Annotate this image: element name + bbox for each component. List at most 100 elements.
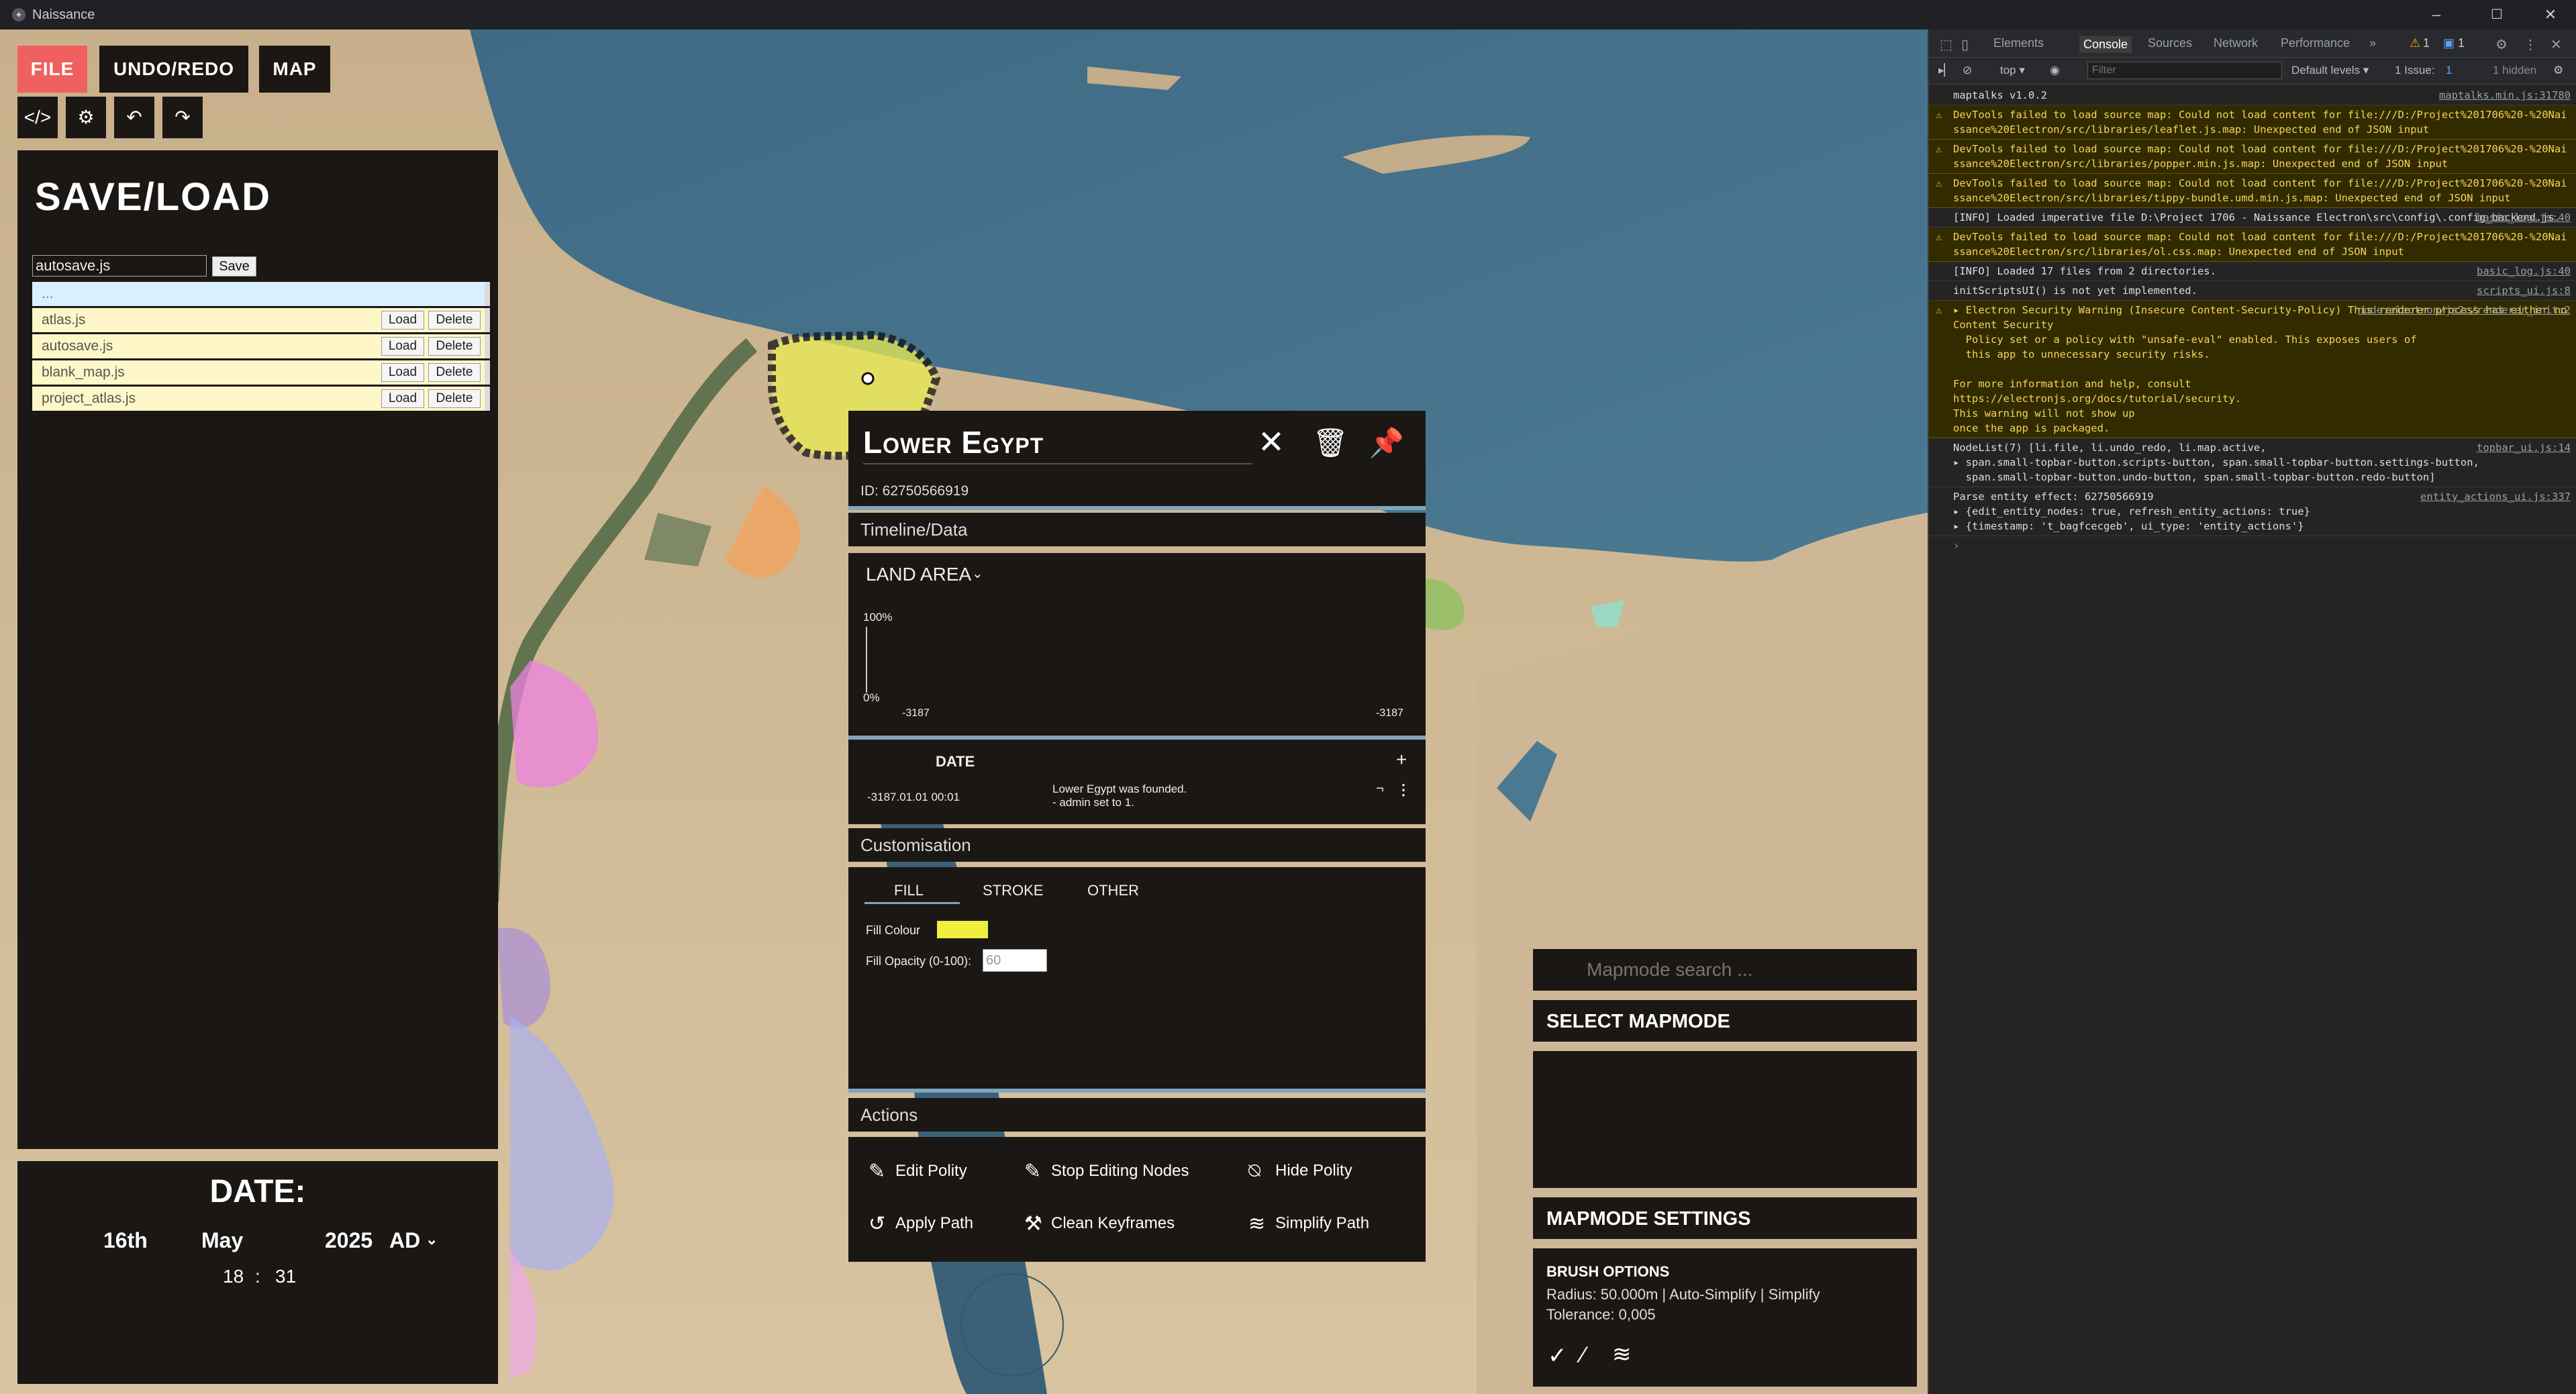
message-icon[interactable]: ▣ bbox=[2443, 36, 2455, 50]
maximize-button[interactable]: ☐ bbox=[2477, 3, 2517, 27]
more-tabs-button[interactable]: » bbox=[2369, 36, 2376, 50]
mapmode-search-input[interactable] bbox=[1538, 954, 1912, 985]
day-field[interactable]: 16th bbox=[103, 1228, 148, 1253]
load-button[interactable]: Load bbox=[381, 363, 424, 382]
land-area-select[interactable]: LAND AREA bbox=[866, 564, 971, 585]
auto-simplify-icon[interactable]: ⁄ bbox=[1581, 1342, 1585, 1368]
tab-elements[interactable]: Elements bbox=[1993, 36, 2044, 50]
console-source-link[interactable]: node:electron/js2c/renderer_init:2 bbox=[2358, 303, 2571, 317]
hide-polity-button[interactable]: ⍉ Hide Polity bbox=[1248, 1160, 1352, 1183]
delete-button[interactable]: Delete bbox=[428, 337, 481, 356]
context-select[interactable]: top ▾ bbox=[2000, 64, 2025, 77]
console-message-text[interactable]: DevTools failed to load source map: Coul… bbox=[1953, 231, 2567, 258]
console-source-link[interactable]: basic_log.js:40 bbox=[2477, 264, 2571, 279]
warning-count[interactable]: 1 bbox=[2423, 36, 2430, 50]
hour-field[interactable]: 18 bbox=[223, 1266, 244, 1287]
tab-other[interactable]: OTHER bbox=[1087, 882, 1139, 899]
entity-title[interactable]: Lower Egypt bbox=[863, 424, 1044, 460]
minute-field[interactable]: 31 bbox=[275, 1266, 296, 1287]
console-message-text[interactable]: DevTools failed to load source map: Coul… bbox=[1953, 177, 2567, 204]
more-options-icon[interactable]: ⋮ bbox=[1396, 781, 1411, 799]
stop-editing-nodes-button[interactable]: ✎ Stop Editing Nodes bbox=[1024, 1160, 1189, 1183]
list-item[interactable]: atlas.js Load Delete bbox=[32, 308, 490, 332]
console-message-text[interactable]: DevTools failed to load source map: Coul… bbox=[1953, 109, 2567, 136]
redo-icon[interactable]: ↷ bbox=[162, 97, 203, 138]
tab-sources[interactable]: Sources bbox=[2148, 36, 2192, 50]
gear-icon[interactable]: ⚙ bbox=[2553, 64, 2563, 77]
inspect-icon[interactable]: ⬚ bbox=[1940, 36, 1952, 53]
close-icon[interactable]: ✕ bbox=[1252, 424, 1290, 462]
simplify-path-button[interactable]: ≋ Simplify Path bbox=[1248, 1212, 1369, 1236]
console-source-link[interactable]: scripts_ui.js:8 bbox=[2477, 283, 2571, 298]
brush-tolerance[interactable]: Tolerance: 0,005 bbox=[1546, 1306, 1656, 1324]
delete-button[interactable]: Delete bbox=[428, 389, 481, 408]
trash-icon[interactable]: 🗑 bbox=[1311, 424, 1349, 462]
issues-label[interactable]: 1 Issue: bbox=[2395, 64, 2435, 77]
console-source-link[interactable]: basic_log.js:40 bbox=[2477, 210, 2571, 225]
simplify-icon[interactable]: ≋ bbox=[1612, 1341, 1632, 1368]
era-select[interactable]: AD bbox=[389, 1228, 420, 1253]
year-field[interactable]: 2025 bbox=[325, 1228, 373, 1253]
select-mapmode-header: SELECT MAPMODE bbox=[1533, 1000, 1917, 1042]
file-button[interactable]: FILE bbox=[17, 46, 87, 93]
clear-console-icon[interactable]: ⊘ bbox=[1963, 64, 1972, 77]
apply-path-button[interactable]: ↺ Apply Path bbox=[869, 1212, 973, 1236]
close-icon[interactable]: ✕ bbox=[2550, 36, 2562, 53]
tab-network[interactable]: Network bbox=[2214, 36, 2258, 50]
chevron-down-icon[interactable]: ⌄ bbox=[426, 1231, 438, 1248]
minimize-button[interactable]: – bbox=[2416, 3, 2457, 27]
save-button[interactable]: Save bbox=[212, 256, 256, 277]
chevron-down-icon[interactable]: ⌄ bbox=[972, 565, 983, 582]
undo-redo-button[interactable]: UNDO/REDO bbox=[99, 46, 248, 93]
tab-console[interactable]: Console bbox=[2079, 36, 2132, 53]
pin-icon[interactable]: 📌 bbox=[1368, 424, 1405, 462]
list-item[interactable]: project_atlas.js Load Delete bbox=[32, 387, 490, 411]
delete-button[interactable]: Delete bbox=[428, 363, 481, 382]
console-filter-input[interactable] bbox=[2087, 62, 2282, 79]
parent-directory[interactable]: ... bbox=[32, 282, 490, 306]
list-item[interactable]: autosave.js Load Delete bbox=[32, 334, 490, 358]
load-button[interactable]: Load bbox=[381, 389, 424, 408]
map-button[interactable]: MAP bbox=[259, 46, 330, 93]
brush-options-line[interactable]: Radius: 50.000m | Auto-Simplify | Simpli… bbox=[1546, 1286, 1820, 1303]
more-options-icon[interactable]: ⋮ bbox=[2524, 36, 2537, 53]
chart-x-end: -3187 bbox=[1376, 707, 1403, 719]
tab-stroke[interactable]: STROKE bbox=[983, 882, 1043, 899]
fill-opacity-input[interactable] bbox=[983, 949, 1047, 972]
eye-icon[interactable]: ◉ bbox=[2050, 64, 2060, 77]
fill-colour-swatch[interactable] bbox=[937, 921, 988, 938]
actions-header[interactable]: Actions bbox=[848, 1098, 1426, 1132]
tab-fill[interactable]: FILL bbox=[894, 882, 924, 899]
device-toolbar-icon[interactable]: ▯ bbox=[1961, 36, 1969, 53]
month-field[interactable]: May bbox=[201, 1228, 243, 1253]
message-count[interactable]: 1 bbox=[2458, 36, 2465, 50]
redirect-icon[interactable]: ¬ bbox=[1376, 781, 1384, 797]
warning-icon[interactable]: ⚠ bbox=[2410, 36, 2420, 50]
load-button[interactable]: Load bbox=[381, 311, 424, 330]
console-message-text[interactable]: DevTools failed to load source map: Coul… bbox=[1953, 143, 2567, 170]
close-window-button[interactable]: ✕ bbox=[2530, 3, 2571, 27]
clean-keyframes-button[interactable]: ⚒ Clean Keyframes bbox=[1024, 1212, 1175, 1236]
load-button[interactable]: Load bbox=[381, 337, 424, 356]
console-source-link[interactable]: topbar_ui.js:14 bbox=[2477, 440, 2571, 455]
log-levels-select[interactable]: Default levels ▾ bbox=[2291, 64, 2369, 77]
console-source-link[interactable]: maptalks.min.js:31780 bbox=[2439, 88, 2571, 103]
settings-icon[interactable]: ⚙ bbox=[66, 97, 106, 138]
edit-polity-button[interactable]: ✎ Edit Polity bbox=[869, 1160, 967, 1183]
undo-icon[interactable]: ↶ bbox=[114, 97, 154, 138]
sidebar-toggle-icon[interactable]: ▸▏ bbox=[1938, 64, 1953, 77]
issues-count[interactable]: 1 bbox=[2446, 64, 2452, 77]
timeline-header[interactable]: Timeline/Data bbox=[848, 513, 1426, 546]
console-prompt-input[interactable]: › bbox=[1929, 536, 2576, 555]
filename-input[interactable] bbox=[32, 255, 207, 277]
console-source-link[interactable]: entity_actions_ui.js:337 bbox=[2420, 489, 2571, 504]
tab-performance[interactable]: Performance bbox=[2281, 36, 2350, 50]
checkmark-icon[interactable]: ✓ bbox=[1548, 1342, 1567, 1369]
gear-icon[interactable]: ⚙ bbox=[2495, 36, 2508, 53]
delete-button[interactable]: Delete bbox=[428, 311, 481, 330]
console-message-text[interactable]: ▸ Electron Security Warning (Insecure Co… bbox=[1953, 303, 2572, 436]
customisation-header[interactable]: Customisation bbox=[848, 828, 1426, 862]
add-keyframe-button[interactable]: + bbox=[1396, 749, 1407, 770]
list-item[interactable]: blank_map.js Load Delete bbox=[32, 360, 490, 385]
scripts-button[interactable]: </> bbox=[17, 97, 58, 138]
